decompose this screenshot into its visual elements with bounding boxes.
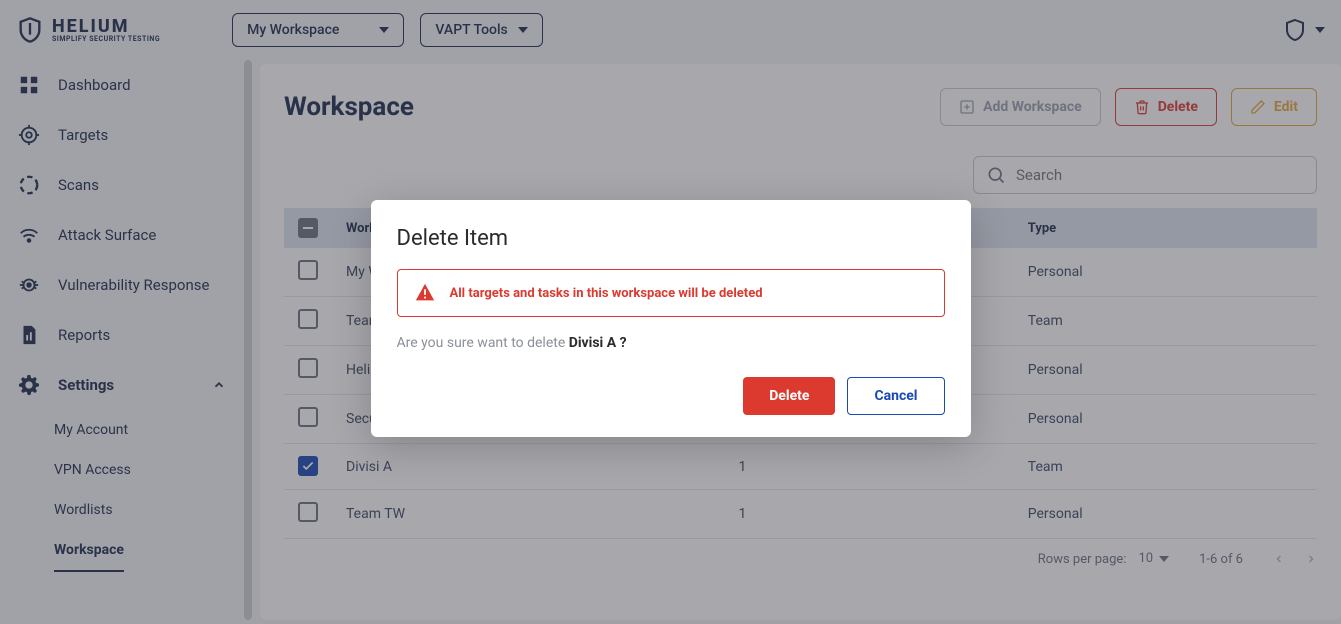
modal-cancel-button[interactable]: Cancel [847, 377, 944, 415]
modal-warning-text: All targets and tasks in this workspace … [450, 286, 763, 301]
modal-overlay[interactable]: Delete Item All targets and tasks in thi… [0, 0, 1341, 624]
modal-title: Delete Item [397, 226, 945, 251]
modal-confirm-text: Are you sure want to delete Divisi A ? [397, 335, 945, 351]
delete-modal: Delete Item All targets and tasks in thi… [371, 200, 971, 437]
warning-triangle-icon [414, 282, 436, 304]
modal-warning: All targets and tasks in this workspace … [397, 269, 945, 317]
modal-delete-button[interactable]: Delete [743, 377, 835, 415]
